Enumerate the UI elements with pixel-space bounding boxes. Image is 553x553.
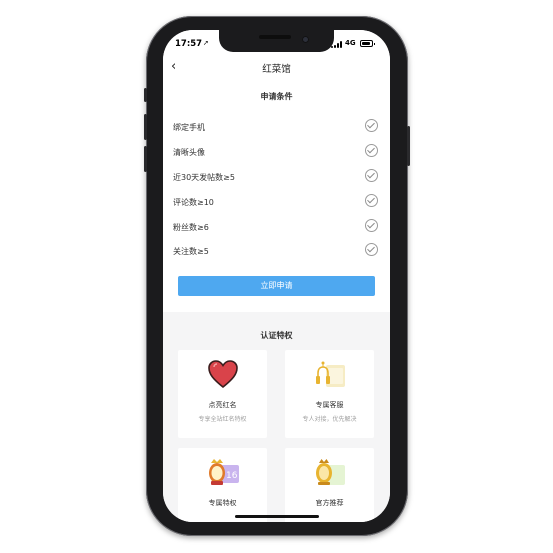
privileges-title: 认证特权 [260,331,293,340]
nav-bar: ‹ 红菜馆 [163,56,390,80]
privilege-desc: 专人对接，优先解决 [302,416,357,423]
condition-label: 关注数≥5 [173,247,209,256]
front-camera [302,36,309,43]
headset-icon [316,361,345,387]
privilege-card-exclusive[interactable]: 16 专属特权 [178,448,267,522]
heart-icon [208,360,238,389]
conditions-title: 申请条件 [260,92,293,101]
battery-icon [360,40,375,47]
check-circle-icon [365,194,378,207]
status-time: 17:57 [175,39,203,49]
apply-now-button[interactable]: 立即申请 [178,276,375,296]
notch [219,30,334,52]
privilege-name: 官方推荐 [315,499,344,507]
mute-switch [144,88,147,102]
privilege-card-service[interactable]: 专属客服 专人对接，优先解决 [285,350,374,438]
condition-row: 清晰头像 [173,143,378,163]
check-circle-icon [365,169,378,182]
page-title: 红菜馆 [262,64,291,75]
condition-row: 近30天发帖数≥5 [173,168,378,188]
speaker-grille [259,35,291,39]
condition-label: 清晰头像 [173,148,205,157]
privilege-card-red-name[interactable]: 点亮红名 专享全站红名特权 [178,350,267,438]
crown-badge-icon: 16 [209,459,239,485]
privilege-name: 点亮红名 [208,401,237,409]
condition-label: 近30天发帖数≥5 [173,173,235,182]
condition-label: 绑定手机 [173,123,205,132]
privilege-name: 专属特权 [208,499,237,507]
check-circle-icon [365,144,378,157]
check-circle-icon [365,119,378,132]
volume-down-button [144,146,147,172]
condition-label: 评论数≥10 [173,198,214,207]
location-arrow-icon: ➚ [203,39,209,47]
condition-row: 关注数≥5 [173,242,378,262]
home-indicator[interactable] [235,515,319,518]
check-circle-icon [365,243,378,256]
check-circle-icon [365,219,378,232]
conditions-card: 申请条件 绑定手机 清晰头像 近30天发帖数≥5 评论数≥10 粉丝数≥6 关注… [163,80,390,312]
privilege-card-recommend[interactable]: 官方推荐 [285,448,374,522]
volume-up-button [144,114,147,140]
privilege-desc: 专享全站红名特权 [198,416,247,423]
recommend-icon [316,459,345,485]
network-type: 4G [345,39,356,47]
privilege-name: 专属客服 [315,401,344,409]
svg-text:16: 16 [226,471,238,481]
privileges-section: 认证特权 点亮红名 专享全站红名特权 专属客服 专人对接，优先解决 16 专属特… [163,317,390,522]
power-button [407,126,410,166]
condition-row: 绑定手机 [173,118,378,138]
screen: 17:57 ➚ 4G ‹ 红菜馆 申请条件 绑定手机 清晰头像 近30天发帖数≥… [163,30,390,522]
condition-row: 粉丝数≥6 [173,218,378,238]
condition-label: 粉丝数≥6 [173,223,209,232]
condition-row: 评论数≥10 [173,193,378,213]
